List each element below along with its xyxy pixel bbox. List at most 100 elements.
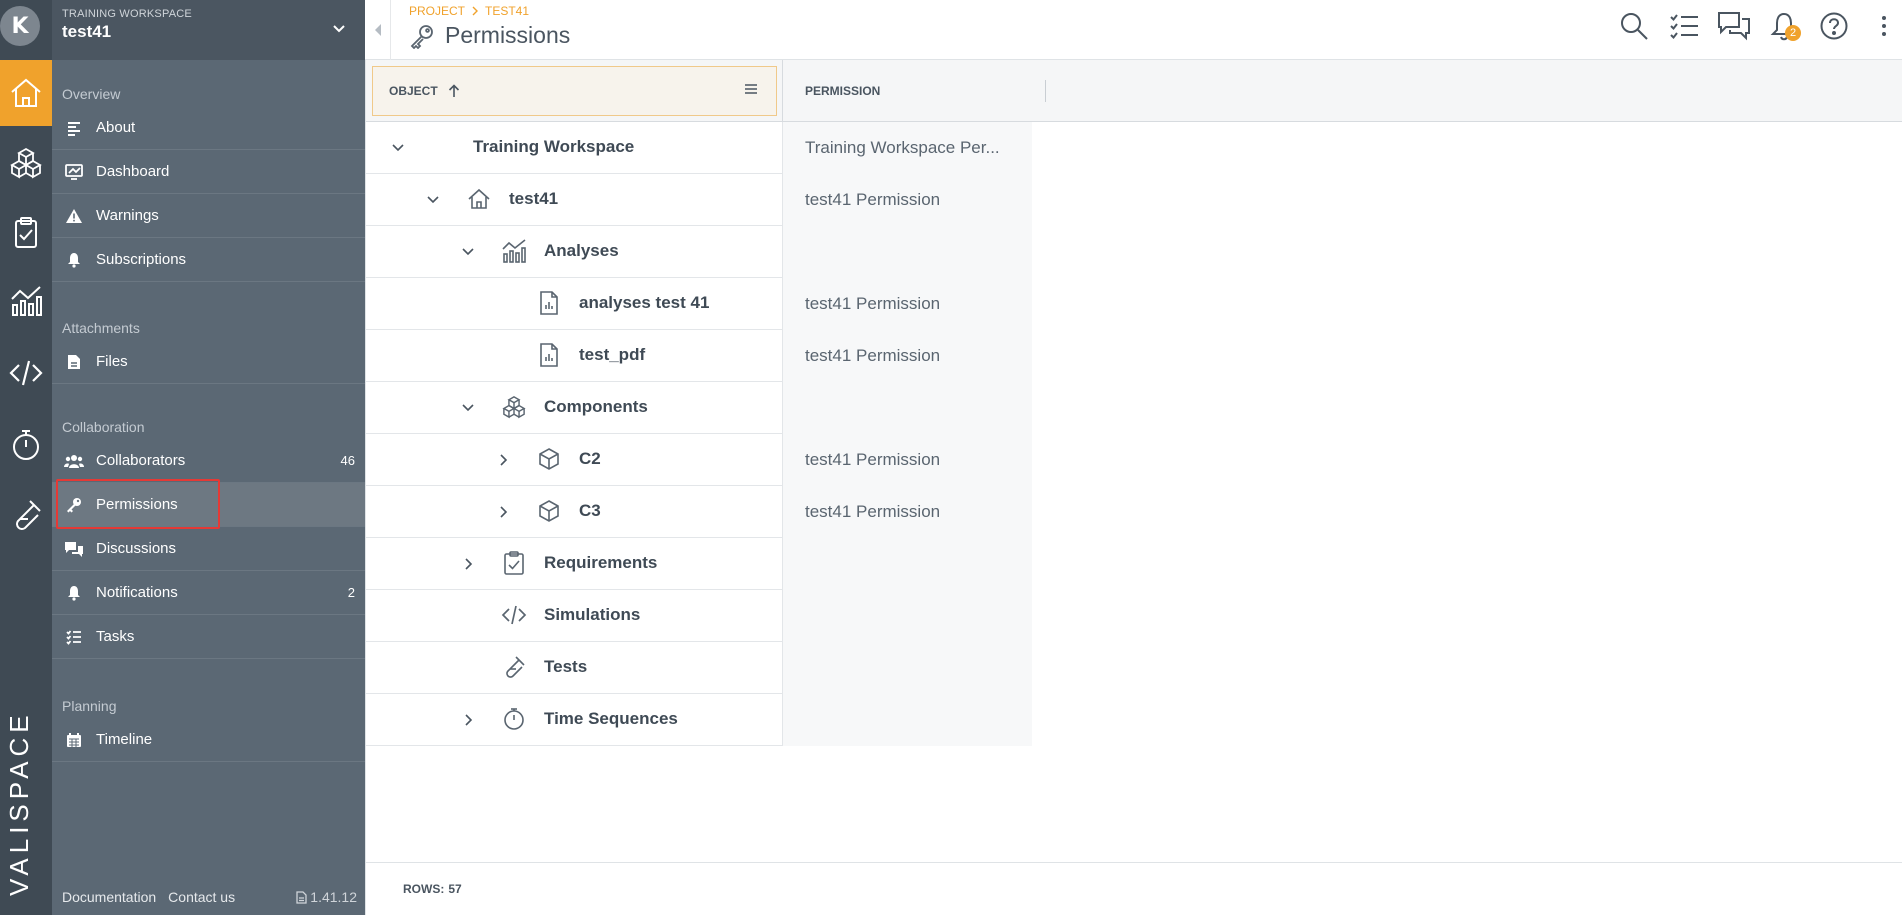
sort-ascending-icon[interactable] xyxy=(448,84,460,98)
table-row[interactable]: Simulations xyxy=(366,590,1032,642)
table-row[interactable]: Tests xyxy=(366,642,1032,694)
sidebar-item-label: Files xyxy=(96,353,128,370)
permission-cell[interactable] xyxy=(782,382,1032,434)
object-cell[interactable]: test_pdf xyxy=(366,330,782,382)
object-cell[interactable]: Training Workspace xyxy=(366,122,782,174)
permission-cell[interactable] xyxy=(782,694,1032,746)
sidebar-item-label: Notifications xyxy=(96,584,178,601)
permission-cell[interactable]: test41 Permission xyxy=(782,330,1032,382)
table-row[interactable]: test41 test41 Permission xyxy=(366,174,1032,226)
permission-cell[interactable] xyxy=(782,538,1032,590)
table-row[interactable]: Components xyxy=(366,382,1032,434)
sidebar-item-notifications[interactable]: Notifications 2 xyxy=(52,571,365,615)
object-cell[interactable]: C3 xyxy=(366,486,782,538)
table-row[interactable]: Time Sequences xyxy=(366,694,1032,746)
object-cell[interactable]: Requirements xyxy=(366,538,782,590)
version-info[interactable]: 1.41.12 xyxy=(296,889,357,905)
column-header-object-label: OBJECT xyxy=(389,84,438,98)
workspace-header[interactable]: TRAINING WORKSPACE test41 xyxy=(52,0,365,60)
permissions-highlight xyxy=(56,479,220,529)
object-cell[interactable]: C2 xyxy=(366,434,782,486)
permission-cell[interactable]: test41 Permission xyxy=(782,278,1032,330)
chevron-right-icon[interactable] xyxy=(458,554,478,574)
analytics-icon xyxy=(501,238,527,264)
object-cell[interactable]: Analyses xyxy=(366,226,782,278)
sidebar-item-files[interactable]: Files xyxy=(52,340,365,384)
workspace-avatar[interactable]: K xyxy=(0,0,40,52)
breadcrumb-project[interactable]: PROJECT xyxy=(409,4,465,18)
rail-analyses-button[interactable] xyxy=(0,268,52,334)
object-cell[interactable]: Time Sequences xyxy=(366,694,782,746)
row-label: test_pdf xyxy=(579,345,646,364)
workspace-label: TRAINING WORKSPACE xyxy=(62,8,192,20)
table-row[interactable]: C3 test41 Permission xyxy=(366,486,1032,538)
caret-left-icon xyxy=(374,24,381,36)
object-cell[interactable]: Tests xyxy=(366,642,782,694)
sidebar-item-collaborators[interactable]: Collaborators 46 xyxy=(52,439,365,483)
align-left-icon xyxy=(64,118,84,138)
table-row[interactable]: analyses test 41 test41 Permission xyxy=(366,278,1032,330)
permission-cell[interactable] xyxy=(782,642,1032,694)
row-label: analyses test 41 xyxy=(579,293,710,312)
chevron-down-icon[interactable] xyxy=(423,190,443,210)
column-header-permission[interactable]: PERMISSION xyxy=(782,60,1046,122)
contact-link[interactable]: Contact us xyxy=(168,889,235,905)
rail-tests-button[interactable] xyxy=(0,482,52,548)
rail-home-button[interactable] xyxy=(0,60,52,126)
sidebar-item-warnings[interactable]: Warnings xyxy=(52,194,365,238)
chevron-down-icon[interactable] xyxy=(388,138,408,158)
sidebar-item-about[interactable]: About xyxy=(52,106,365,150)
sidebar-item-timeline[interactable]: Timeline xyxy=(52,718,365,762)
table-row[interactable]: C2 test41 Permission xyxy=(366,434,1032,486)
tasks-button[interactable] xyxy=(1666,8,1702,44)
chevron-down-icon[interactable] xyxy=(331,20,347,36)
permissions-grid: OBJECT PERMISSION Training Workspace Tra… xyxy=(365,60,1902,862)
calendar-icon xyxy=(64,730,84,750)
sidebar-item-label: About xyxy=(96,119,136,136)
chevron-down-icon[interactable] xyxy=(458,242,478,262)
table-row[interactable]: Analyses xyxy=(366,226,1032,278)
help-icon xyxy=(1820,12,1848,40)
sidebar-item-label: Tasks xyxy=(96,628,135,645)
chevron-right-icon[interactable] xyxy=(493,450,513,470)
collapse-sidebar-button[interactable] xyxy=(365,0,391,60)
object-cell[interactable]: Simulations xyxy=(366,590,782,642)
permission-cell[interactable]: Training Workspace Per... xyxy=(782,122,1032,174)
column-menu-icon[interactable] xyxy=(744,83,758,95)
sidebar-item-discussions[interactable]: Discussions xyxy=(52,527,365,571)
permission-cell[interactable] xyxy=(782,226,1032,278)
discussions-button[interactable] xyxy=(1716,8,1752,44)
table-row[interactable]: Requirements xyxy=(366,538,1032,590)
chevron-right-icon[interactable] xyxy=(458,710,478,730)
rail-time-sequences-button[interactable] xyxy=(0,412,52,478)
row-label: Analyses xyxy=(544,241,619,260)
documentation-link[interactable]: Documentation xyxy=(62,889,156,905)
chevron-right-icon[interactable] xyxy=(493,502,513,522)
object-cell[interactable]: analyses test 41 xyxy=(366,278,782,330)
object-cell[interactable]: test41 xyxy=(366,174,782,226)
chart-file-icon xyxy=(536,290,562,316)
permission-cell[interactable] xyxy=(782,590,1032,642)
search-button[interactable] xyxy=(1616,8,1652,44)
home-icon xyxy=(11,78,41,107)
chevron-down-icon[interactable] xyxy=(458,398,478,418)
sidebar-item-subscriptions[interactable]: Subscriptions xyxy=(52,238,365,282)
more-menu-button[interactable] xyxy=(1866,8,1902,44)
table-row[interactable]: Training Workspace Training Workspace Pe… xyxy=(366,122,1032,174)
permission-cell[interactable]: test41 Permission xyxy=(782,174,1032,226)
rail-requirements-button[interactable] xyxy=(0,200,52,266)
sidebar-item-tasks[interactable]: Tasks xyxy=(52,615,365,659)
clipboard-check-icon xyxy=(15,217,37,248)
table-row[interactable]: test_pdf test41 Permission xyxy=(366,330,1032,382)
test-tube-icon xyxy=(16,500,41,530)
object-cell[interactable]: Components xyxy=(366,382,782,434)
sidebar-item-dashboard[interactable]: Dashboard xyxy=(52,150,365,194)
permission-cell[interactable]: test41 Permission xyxy=(782,434,1032,486)
rail-simulations-button[interactable] xyxy=(0,340,52,406)
help-button[interactable] xyxy=(1816,8,1852,44)
breadcrumb-test41[interactable]: TEST41 xyxy=(485,4,529,18)
permission-cell[interactable]: test41 Permission xyxy=(782,486,1032,538)
column-header-object[interactable]: OBJECT xyxy=(372,66,777,116)
notifications-button[interactable]: 2 xyxy=(1766,8,1802,44)
rail-components-button[interactable] xyxy=(0,130,52,196)
